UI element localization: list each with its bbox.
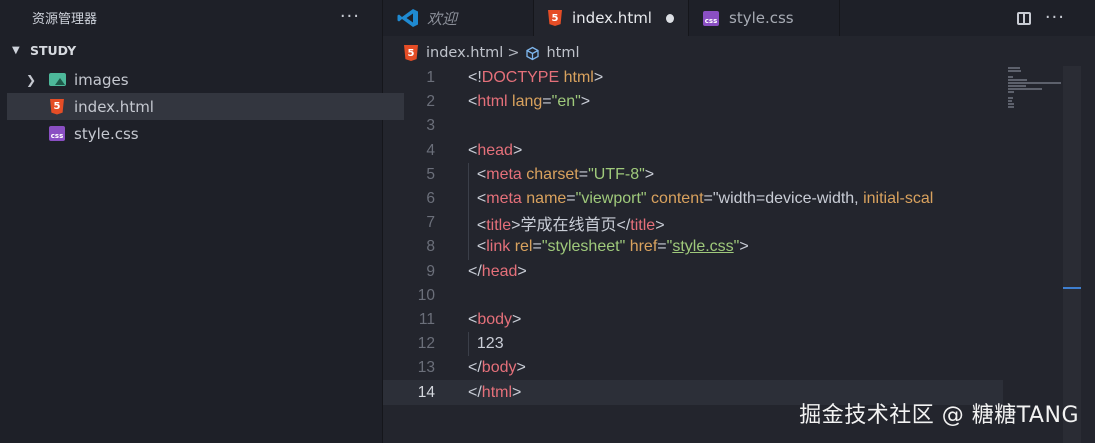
tab-label: 欢迎 — [427, 9, 458, 28]
minimap-line — [1008, 76, 1013, 78]
code-line[interactable]: 8 <link rel="stylesheet" href="style.css… — [383, 235, 1003, 260]
minimap-line — [1008, 100, 1012, 102]
code-text: <meta charset="UTF-8"> — [476, 165, 655, 183]
tree-item-label: style.css — [74, 124, 139, 143]
line-number: 6 — [426, 190, 435, 208]
css-icon: css — [48, 126, 66, 142]
html5-icon: 5 — [548, 10, 562, 26]
code-line[interactable]: 1 <!DOCTYPE html> — [383, 66, 1003, 90]
code-line[interactable]: 4 <head> — [383, 139, 1003, 163]
line-number: 2 — [426, 93, 435, 111]
minimap-line — [1008, 85, 1027, 87]
explorer-title: 资源管理器 — [32, 11, 98, 27]
workspace-title: STUDY — [30, 42, 77, 58]
code-text: <meta name="viewport" content="width=dev… — [476, 190, 934, 208]
code-line[interactable]: 9 </head> — [383, 260, 1003, 284]
minimap-line — [1008, 67, 1020, 69]
explorer-header: 资源管理器 ··· — [0, 0, 382, 34]
code-text: <html lang="en"> — [468, 93, 591, 111]
html5-icon: 5 — [404, 45, 418, 61]
chevron-down-icon: ▼ — [12, 44, 20, 56]
code-text: </head> — [468, 262, 527, 280]
code-editor[interactable]: 1 <!DOCTYPE html> 2 <html lang="en"> 3 4 <head… — [383, 66, 1003, 443]
code-text: <title>学成在线首页</title> — [476, 217, 665, 235]
explorer-sidebar: 资源管理器 ··· ▼ STUDY ❯ images 5 index.html … — [0, 0, 404, 443]
minimap-line — [1008, 106, 1014, 108]
code-text: </html> — [468, 383, 522, 401]
html5-icon: 5 — [48, 98, 66, 115]
line-number: 7 — [426, 214, 435, 232]
line-number: 10 — [417, 286, 435, 304]
scroll-marker — [1063, 287, 1081, 289]
line-number: 9 — [426, 262, 435, 280]
tab-style-css[interactable]: css style.css — [689, 0, 840, 36]
minimap-line — [1008, 88, 1042, 90]
line-number: 13 — [417, 359, 435, 377]
code-line[interactable]: 11 <body> — [383, 308, 1003, 332]
code-line[interactable]: 6 <meta name="viewport" content="width=d… — [383, 186, 1003, 212]
line-number: 5 — [426, 165, 435, 183]
vertical-scrollbar[interactable] — [1063, 66, 1081, 443]
tree-item-index-html[interactable]: 5 index.html — [7, 93, 404, 120]
breadcrumb-separator: > — [507, 45, 520, 61]
code-line[interactable]: 10 — [383, 284, 1003, 308]
tab-label: index.html — [572, 9, 652, 27]
minimap[interactable] — [1008, 66, 1066, 108]
code-line[interactable]: 3 — [383, 114, 1003, 138]
tab-label: style.css — [729, 9, 794, 27]
css-icon: css — [703, 10, 719, 26]
symbol-cube-icon — [525, 46, 540, 61]
image-folder-icon — [48, 72, 66, 88]
unsaved-dot-icon[interactable] — [665, 13, 674, 23]
workspace-section[interactable]: ▼ STUDY — [0, 34, 382, 66]
tree-item-style-css[interactable]: css style.css — [0, 120, 382, 147]
minimap-line — [1008, 70, 1021, 72]
editor-tab-bar: 欢迎 5 index.html css style.css ··· — [383, 0, 1095, 36]
line-number: 3 — [426, 117, 435, 135]
code-line[interactable]: 12 123 — [383, 332, 1003, 357]
tree-item-label: index.html — [74, 97, 154, 116]
code-text: 123 — [468, 335, 504, 353]
explorer-more-icon[interactable]: ··· — [340, 8, 360, 26]
chevron-right-icon: ❯ — [26, 72, 37, 87]
line-number: 8 — [426, 238, 435, 256]
minimap-line — [1008, 97, 1013, 99]
code-line[interactable]: 7 <title>学成在线首页</title> — [383, 211, 1003, 236]
editor-actions: ··· — [1016, 0, 1095, 36]
line-number: 11 — [418, 310, 435, 328]
tab-index-html[interactable]: 5 index.html — [534, 0, 689, 36]
more-actions-icon[interactable]: ··· — [1045, 9, 1065, 27]
tree-item-label: images — [74, 70, 129, 89]
code-text: <body> — [468, 310, 522, 328]
minimap-line — [1008, 79, 1028, 81]
minimap-line — [1008, 91, 1014, 93]
code-line[interactable]: 5 <meta charset="UTF-8"> — [383, 162, 1003, 187]
code-text: <head> — [468, 141, 523, 159]
minimap-line — [1008, 103, 1014, 105]
breadcrumb-symbol[interactable]: html — [546, 45, 579, 61]
code-text: </body> — [468, 359, 526, 377]
split-editor-icon[interactable] — [1016, 11, 1031, 25]
line-number: 4 — [426, 141, 435, 159]
code-text: <!DOCTYPE html> — [468, 69, 604, 87]
tree-item-images-folder[interactable]: ❯ images — [0, 66, 382, 93]
vscode-logo-icon — [397, 8, 419, 28]
line-number: 14 — [417, 383, 435, 401]
line-number: 1 — [426, 69, 435, 87]
line-number: 12 — [417, 335, 435, 353]
breadcrumb: 5 index.html > html — [404, 40, 580, 66]
minimap-line — [1008, 82, 1061, 84]
code-text: <link rel="stylesheet" href="style.css"> — [476, 238, 749, 256]
breadcrumb-file[interactable]: index.html — [426, 45, 503, 61]
watermark: 掘金技术社区 @ 糖糖TANG — [799, 403, 1079, 428]
code-line[interactable]: 2 <html lang="en"> — [383, 90, 1003, 114]
tab-welcome[interactable]: 欢迎 — [383, 0, 534, 36]
code-line[interactable]: 13 </body> — [383, 356, 1003, 380]
